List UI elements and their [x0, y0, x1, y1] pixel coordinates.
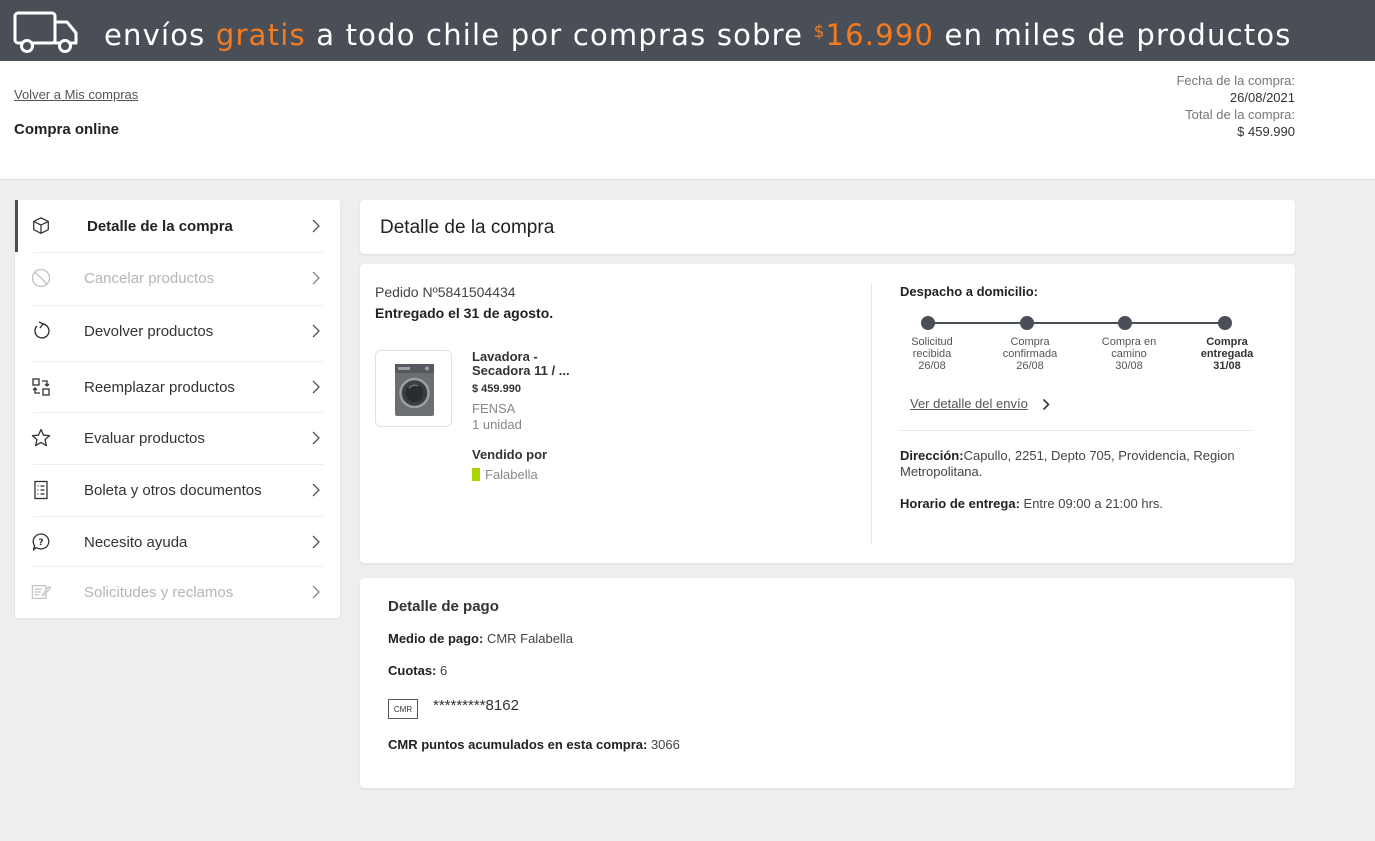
- cancel-icon: [31, 268, 51, 288]
- sidebar-item-label: Boleta y otros documentos: [84, 481, 262, 499]
- chevron-right-icon: [312, 535, 320, 549]
- promo-banner: envíos gratis a todo chile por compras s…: [0, 0, 1375, 61]
- replace-icon: [31, 377, 51, 397]
- sidebar-item-label: Necesito ayuda: [84, 533, 188, 551]
- main-title-panel: Detalle de la compra: [360, 200, 1295, 254]
- tracking-line: [928, 322, 1225, 324]
- chevron-right-icon: [312, 431, 320, 445]
- sidebar-item-ayuda[interactable]: ? Necesito ayuda: [15, 516, 340, 568]
- chevron-right-icon: [312, 219, 320, 233]
- sidebar-item-cancelar[interactable]: Cancelar productos: [15, 252, 340, 304]
- sidebar-item-solicitudes[interactable]: Solicitudes y reclamos: [15, 566, 340, 618]
- product-price: $ 459.990: [472, 383, 521, 395]
- sidebar-menu: Detalle de la compra Cancelar productos …: [15, 200, 340, 618]
- product-name[interactable]: Lavadora - Secadora 11 / ...: [472, 350, 570, 378]
- product-brand: FENSA: [472, 401, 516, 416]
- delivery-status: Entregado el 31 de agosto.: [375, 305, 554, 321]
- box-icon: [31, 216, 51, 236]
- page-header: Volver a Mis compras Compra online Fecha…: [0, 61, 1375, 180]
- sidebar-item-evaluar[interactable]: Evaluar productos: [15, 412, 340, 464]
- sidebar-item-reemplazar[interactable]: Reemplazar productos: [15, 361, 340, 413]
- sidebar-item-label: Evaluar productos: [84, 429, 205, 447]
- purchase-total-label: Total de la compra:: [1185, 107, 1295, 122]
- payment-title: Detalle de pago: [388, 598, 499, 615]
- tracking-step: Compra confirmada 26/08: [1002, 336, 1058, 372]
- chevron-right-icon: [312, 271, 320, 285]
- delivery-address: Dirección:Capullo, 2251, Depto 705, Prov…: [900, 448, 1235, 479]
- purchase-total-value: $ 459.990: [1237, 124, 1295, 139]
- cmr-card-icon: CMR: [388, 699, 418, 719]
- chevron-right-icon[interactable]: [1042, 398, 1050, 411]
- purchase-summary: Fecha de la compra: 26/08/2021 Total de …: [1176, 72, 1295, 140]
- product-image[interactable]: [375, 350, 452, 427]
- document-icon: [31, 480, 51, 500]
- sidebar-item-label: Devolver productos: [84, 322, 214, 340]
- sidebar-item-label: Cancelar productos: [84, 269, 215, 287]
- sidebar-item-detalle[interactable]: Detalle de la compra: [15, 200, 340, 252]
- chevron-right-icon: [312, 324, 320, 338]
- order-panel: Pedido Nº5841504434 Entregado el 31 de a…: [360, 264, 1295, 563]
- payment-method: Medio de pago: CMR Falabella: [388, 631, 573, 646]
- star-icon: [31, 428, 51, 448]
- tracking-step: Solicitud recibida 26/08: [911, 336, 953, 372]
- tracking-dot: [1118, 316, 1132, 330]
- page-title: Compra online: [14, 121, 120, 138]
- washing-machine-icon: [395, 364, 434, 416]
- tracking-dot: [921, 316, 935, 330]
- seller-name: Falabella: [472, 467, 538, 482]
- sidebar-item-boleta[interactable]: Boleta y otros documentos: [15, 464, 340, 516]
- tracking-step: Compra en camino 30/08: [1101, 336, 1157, 372]
- chevron-right-icon: [312, 380, 320, 394]
- order-number: Pedido Nº5841504434: [375, 284, 516, 300]
- back-to-purchases-link[interactable]: Volver a Mis compras: [14, 87, 138, 102]
- help-icon: ?: [31, 532, 51, 552]
- chevron-right-icon: [312, 483, 320, 497]
- promo-text: envíos gratis a todo chile por compras s…: [104, 18, 1292, 52]
- shipping-title: Despacho a domicilio:: [900, 284, 1038, 299]
- cmr-points: CMR puntos acumulados en esta compra: 30…: [388, 737, 680, 752]
- falabella-logo-icon: [472, 468, 480, 481]
- tracking-step-current: Compra entregada 31/08: [1200, 336, 1254, 372]
- product-quantity: 1 unidad: [472, 417, 522, 432]
- truck-icon: [13, 11, 78, 53]
- purchase-date-value: 26/08/2021: [1229, 90, 1295, 105]
- sidebar-item-devolver[interactable]: Devolver productos: [15, 305, 340, 357]
- purchase-date-label: Fecha de la compra:: [1176, 73, 1295, 88]
- tracking-dot: [1218, 316, 1232, 330]
- card-number: *********8162: [433, 697, 519, 714]
- sidebar-item-label: Reemplazar productos: [84, 378, 235, 396]
- payment-installments: Cuotas: 6: [388, 663, 448, 678]
- divider: [871, 284, 872, 544]
- svg-text:?: ?: [38, 538, 43, 548]
- section-title: Detalle de la compra: [380, 217, 555, 238]
- sidebar-item-label: Detalle de la compra: [87, 217, 233, 235]
- delivery-hours: Horario de entrega: Entre 09:00 a 21:00 …: [900, 496, 1164, 511]
- return-icon: [31, 321, 51, 341]
- sold-by-label: Vendido por: [472, 447, 548, 462]
- claims-icon: [31, 582, 51, 602]
- sidebar-item-label: Solicitudes y reclamos: [84, 583, 234, 601]
- tracking-dot: [1020, 316, 1034, 330]
- chevron-right-icon: [312, 585, 320, 599]
- divider: [900, 430, 1252, 431]
- shipping-detail-link[interactable]: Ver detalle del envío: [910, 396, 1028, 411]
- payment-panel: Detalle de pago Medio de pago: CMR Falab…: [360, 578, 1295, 788]
